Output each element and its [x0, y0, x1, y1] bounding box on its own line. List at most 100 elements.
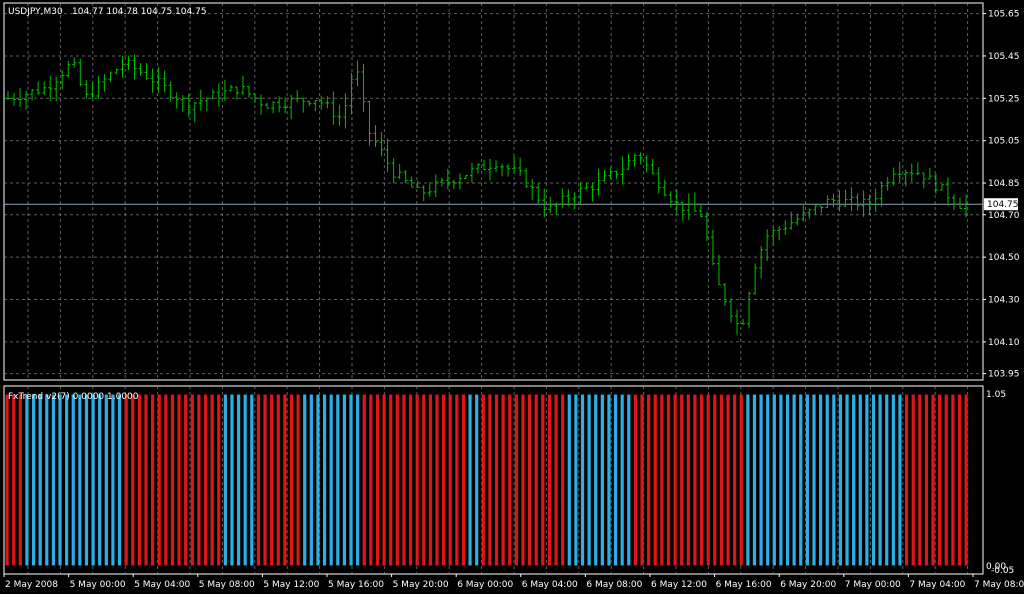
trend-bar-down[interactable] [633, 394, 638, 566]
trend-bar-down[interactable] [210, 394, 214, 566]
trend-bar-up[interactable] [303, 394, 307, 566]
trend-bar-down[interactable] [957, 394, 962, 566]
trend-bar-up[interactable] [574, 394, 578, 566]
trend-bar-down[interactable] [554, 394, 558, 566]
trend-bar-down[interactable] [362, 394, 366, 566]
trend-bar-down[interactable] [713, 394, 717, 566]
trend-bar-up[interactable] [580, 394, 585, 566]
trend-bar-down[interactable] [144, 394, 148, 566]
trend-bar-down[interactable] [541, 394, 545, 566]
trend-bar-up[interactable] [71, 394, 75, 566]
trend-bar-up[interactable] [878, 394, 882, 566]
trend-bar-down[interactable] [534, 394, 538, 566]
trend-bar-down[interactable] [699, 394, 704, 566]
trend-bar-down[interactable] [561, 394, 565, 566]
trend-bar-down[interactable] [395, 394, 399, 566]
trend-bar-up[interactable] [65, 394, 69, 566]
trend-bar-down[interactable] [448, 394, 452, 566]
trend-bar-down[interactable] [640, 394, 644, 566]
trend-bar-up[interactable] [468, 394, 472, 566]
trend-bar-up[interactable] [322, 394, 327, 566]
trend-bar-up[interactable] [891, 394, 895, 566]
trend-bar-down[interactable] [389, 394, 393, 566]
trend-bar-down[interactable] [673, 394, 677, 566]
trend-bar-down[interactable] [964, 394, 968, 566]
trend-bar-down[interactable] [521, 394, 525, 566]
trend-bar-down[interactable] [256, 394, 261, 566]
trend-bar-up[interactable] [752, 394, 757, 566]
trend-bar-up[interactable] [898, 394, 902, 566]
trend-bar-up[interactable] [98, 394, 102, 566]
trend-bar-up[interactable] [342, 394, 347, 566]
trend-bar-down[interactable] [428, 394, 432, 566]
trend-bar-down[interactable] [442, 394, 446, 566]
trend-bar-down[interactable] [422, 394, 426, 566]
trend-bar-down[interactable] [501, 394, 505, 566]
chart-canvas[interactable]: 105.65105.45105.25105.05104.85104.70104.… [0, 0, 1024, 594]
trend-bar-up[interactable] [104, 394, 108, 566]
trend-bar-up[interactable] [38, 394, 42, 566]
trend-bar-up[interactable] [766, 394, 770, 566]
trend-bar-up[interactable] [600, 394, 604, 566]
trend-bar-down[interactable] [263, 394, 267, 566]
trend-bar-down[interactable] [938, 394, 942, 566]
trend-bar-down[interactable] [270, 394, 274, 566]
trend-bar-up[interactable] [746, 394, 750, 566]
trend-bar-down[interactable] [666, 394, 671, 566]
trend-bar-down[interactable] [177, 394, 181, 566]
trend-bar-down[interactable] [660, 394, 664, 566]
trend-bar-up[interactable] [356, 394, 360, 566]
trend-bar-down[interactable] [375, 394, 380, 566]
trend-bar-down[interactable] [911, 394, 915, 566]
trend-bar-down[interactable] [18, 394, 22, 566]
trend-bar-down[interactable] [415, 394, 419, 566]
trend-bar-up[interactable] [799, 394, 803, 566]
trend-bar-up[interactable] [250, 394, 254, 566]
trend-bar-up[interactable] [772, 394, 776, 566]
trend-bar-up[interactable] [594, 394, 598, 566]
trend-bar-up[interactable] [78, 394, 82, 566]
trend-bar-up[interactable] [871, 394, 876, 566]
trend-bar-up[interactable] [475, 394, 479, 566]
trend-bar-down[interactable] [527, 394, 532, 566]
trend-bar-down[interactable] [481, 394, 485, 566]
trend-bar-up[interactable] [607, 394, 611, 566]
trend-bar-up[interactable] [818, 394, 823, 566]
trend-bar-down[interactable] [494, 394, 499, 566]
trend-bar-down[interactable] [488, 394, 492, 566]
trend-bar-up[interactable] [785, 394, 790, 566]
trend-bar-up[interactable] [309, 394, 313, 566]
trend-bar-up[interactable] [91, 394, 95, 566]
trend-bar-down[interactable] [733, 394, 737, 566]
trend-bar-up[interactable] [243, 394, 247, 566]
trend-bar-down[interactable] [157, 394, 161, 566]
trend-bar-up[interactable] [792, 394, 796, 566]
trend-bar-up[interactable] [759, 394, 763, 566]
trend-bar-down[interactable] [647, 394, 651, 566]
trend-bar-up[interactable] [832, 394, 836, 566]
trend-bar-down[interactable] [289, 394, 294, 566]
trend-bar-up[interactable] [865, 394, 869, 566]
trend-bar-down[interactable] [461, 394, 466, 566]
trend-bar-up[interactable] [58, 394, 62, 566]
trend-bar-down[interactable] [190, 394, 194, 566]
trend-bar-up[interactable] [567, 394, 571, 566]
trend-bar-down[interactable] [653, 394, 657, 566]
trend-bar-up[interactable] [84, 394, 89, 566]
trend-bar-up[interactable] [613, 394, 618, 566]
trend-bar-down[interactable] [726, 394, 730, 566]
trend-bar-down[interactable] [508, 394, 512, 566]
trend-bar-up[interactable] [316, 394, 320, 566]
trend-bar-down[interactable] [686, 394, 690, 566]
trend-bar-down[interactable] [124, 394, 128, 566]
trend-bar-down[interactable] [12, 394, 16, 566]
trend-bar-down[interactable] [369, 394, 373, 566]
trend-bar-down[interactable] [217, 394, 221, 566]
trend-bar-down[interactable] [5, 394, 9, 566]
trend-bar-down[interactable] [276, 394, 280, 566]
trend-bar-up[interactable] [885, 394, 889, 566]
trend-bar-down[interactable] [951, 394, 955, 566]
trend-bar-up[interactable] [779, 394, 783, 566]
trend-bar-up[interactable] [111, 394, 115, 566]
trend-bar-down[interactable] [719, 394, 723, 566]
